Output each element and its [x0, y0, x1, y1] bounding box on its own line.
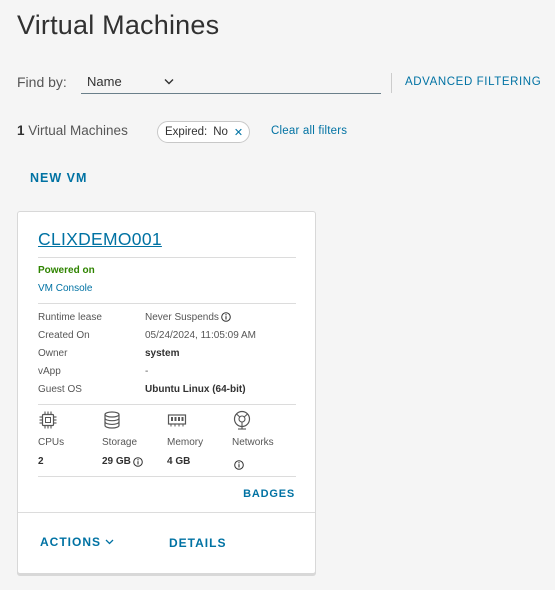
info-icon[interactable] [234, 459, 244, 470]
divider [38, 303, 296, 304]
find-by-select[interactable]: Name [81, 70, 381, 94]
divider [391, 73, 392, 93]
close-icon[interactable]: ✕ [234, 126, 243, 139]
clear-all-filters-link[interactable]: Clear all filters [271, 125, 347, 137]
advanced-filtering-link[interactable]: ADVANCED FILTERING [405, 76, 541, 88]
created-on-value: 05/24/2024, 11:05:09 AM [145, 330, 257, 341]
resource-cpus: CPUs 2 [38, 410, 98, 468]
memory-label: Memory [167, 437, 204, 448]
storage-icon [104, 411, 120, 429]
filter-chip-expired: Expired: No ✕ [157, 121, 251, 143]
vm-console-link[interactable]: VM Console [38, 283, 92, 294]
divider [38, 404, 296, 405]
divider [38, 476, 296, 477]
guest-os-value: Ubuntu Linux (64-bit) [145, 384, 246, 395]
results-summary: 1 Virtual Machines Expired: No ✕ Clear a… [17, 120, 547, 144]
memory-value: 4 GB [167, 456, 191, 467]
power-state: Powered on [38, 265, 95, 276]
cpu-icon [39, 411, 57, 429]
chevron-down-icon [105, 539, 114, 545]
divider [38, 257, 296, 258]
vapp-value: - [145, 366, 149, 377]
networks-label: Networks [232, 437, 274, 448]
resource-storage: Storage 29 GB [102, 410, 162, 468]
new-vm-button[interactable]: NEW VM [30, 171, 87, 185]
info-icon[interactable] [133, 456, 143, 467]
runtime-lease-label: Runtime lease [38, 312, 102, 323]
runtime-lease-text: Never Suspends [145, 312, 219, 323]
details-button[interactable]: DETAILS [169, 536, 226, 550]
resource-memory: Memory 4 GB [167, 410, 227, 468]
find-by-label: Find by: [17, 74, 67, 90]
vapp-label: vApp [38, 366, 61, 377]
vm-count-number: 1 [17, 123, 25, 138]
page-title: Virtual Machines [17, 10, 220, 40]
actions-label: ACTIONS [40, 535, 101, 549]
resource-networks: Networks [232, 410, 292, 470]
storage-label: Storage [102, 437, 138, 448]
actions-dropdown-button[interactable]: ACTIONS [40, 535, 114, 549]
vm-count-suffix: Virtual Machines [24, 123, 128, 138]
filter-chip-value: No [213, 126, 228, 138]
info-icon[interactable] [221, 312, 231, 322]
vm-count: 1 Virtual Machines [17, 123, 128, 138]
runtime-lease-value: Never Suspends [145, 312, 231, 323]
vm-name-link[interactable]: CLIXDEMO001 [38, 229, 162, 250]
owner-label: Owner [38, 348, 68, 359]
storage-value: 29 GB [102, 456, 131, 467]
filter-chip-key: Expired: [165, 126, 208, 138]
badges-link[interactable]: BADGES [243, 488, 295, 500]
cpus-label: CPUs [38, 437, 65, 448]
networks-value-row [232, 455, 292, 470]
owner-value: system [145, 348, 180, 359]
cpus-value: 2 [38, 456, 44, 467]
vm-card: CLIXDEMO001 Powered on VM Console Runtim… [17, 211, 316, 574]
chevron-down-icon [164, 78, 174, 84]
guest-os-label: Guest OS [38, 384, 82, 395]
memory-icon [167, 414, 187, 427]
created-on-label: Created On [38, 330, 90, 341]
card-footer-divider [18, 512, 315, 513]
find-by-selected-value: Name [87, 74, 122, 89]
storage-value-row: 29 GB [102, 455, 162, 468]
find-by-row: Find by: Name ADVANCED FILTERING [17, 70, 547, 96]
network-icon [233, 410, 251, 430]
